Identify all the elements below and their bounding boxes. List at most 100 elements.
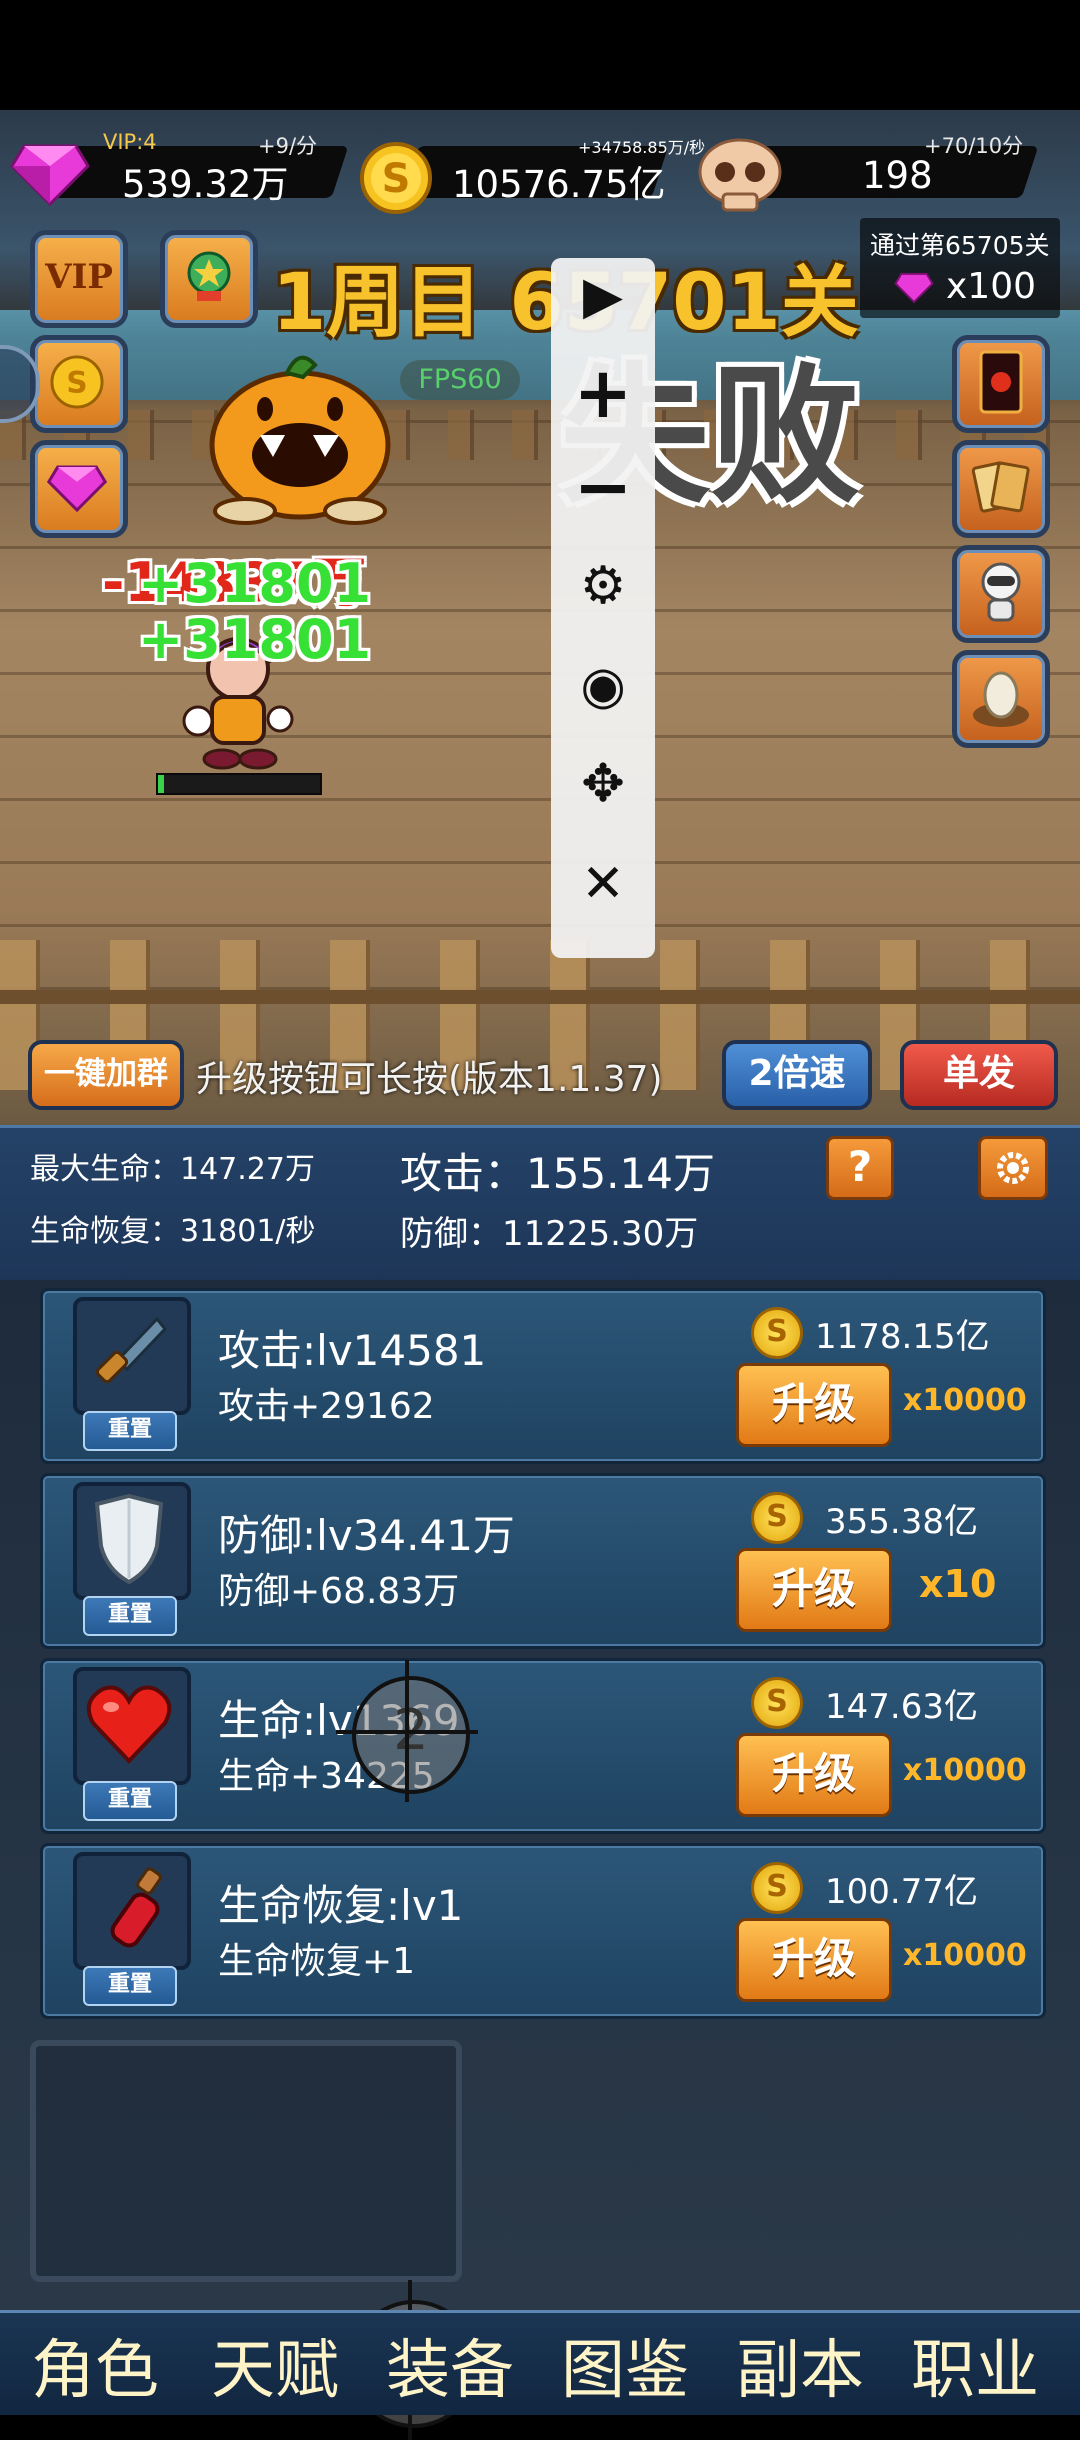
medal-button[interactable] bbox=[160, 230, 258, 328]
nav-equipment[interactable]: 装备 bbox=[360, 2319, 540, 2411]
heal-number: +31801 bbox=[138, 552, 372, 615]
reset-button[interactable]: 重置 bbox=[83, 1411, 177, 1451]
gear-icon bbox=[997, 1152, 1029, 1184]
stage-reward-label: 通过第65705关 bbox=[870, 231, 1050, 260]
reset-button[interactable]: 重置 bbox=[83, 1781, 177, 1821]
nav-dungeon[interactable]: 副本 bbox=[710, 2319, 890, 2411]
upgrade-effect: 防御+68.83万 bbox=[218, 1571, 460, 1612]
upgrade-button[interactable]: 升级 bbox=[736, 1733, 892, 1817]
nav-talent[interactable]: 天赋 bbox=[185, 2319, 365, 2411]
settings-button[interactable] bbox=[978, 1136, 1048, 1200]
nav-class[interactable]: 职业 bbox=[885, 2319, 1065, 2411]
upgrade-icon-box bbox=[73, 1667, 191, 1785]
max-hp-stat: 最大生命：147.27万 bbox=[30, 1152, 315, 1187]
nav-codex[interactable]: 图鉴 bbox=[535, 2319, 715, 2411]
red-card-icon bbox=[979, 350, 1023, 414]
bottom-nav: 角色 天赋 装备 图鉴 副本 职业 bbox=[0, 2310, 1080, 2415]
close-icon[interactable]: ✕ bbox=[551, 854, 655, 914]
robot-icon bbox=[981, 562, 1021, 622]
upgrade-cost: 100.77亿 bbox=[825, 1872, 978, 1912]
upgrade-button[interactable]: 升级 bbox=[736, 1363, 892, 1447]
upgrade-card-hp: 重置 生命:lv1369 生命+34225 S 147.63亿 升级 x1000… bbox=[40, 1658, 1046, 1834]
egg-icon bbox=[973, 671, 1029, 727]
upgrade-multiplier[interactable]: x10000 bbox=[903, 1753, 1027, 1788]
gold-coin-icon: S bbox=[751, 1492, 803, 1544]
gem-icon bbox=[10, 138, 90, 212]
fps-counter: FPS60 bbox=[400, 360, 520, 400]
nav-role[interactable]: 角色 bbox=[5, 2319, 185, 2411]
reset-button[interactable]: 重置 bbox=[83, 1596, 177, 1636]
shield-icon bbox=[94, 1494, 164, 1584]
attack-stat: 攻击：155.14万 bbox=[400, 1149, 715, 1198]
upgrade-multiplier[interactable]: x10 bbox=[919, 1562, 996, 1606]
svg-text:S: S bbox=[382, 156, 411, 202]
game-scene[interactable]: VIP:4 +9/分 539.32万 S +34758.85万/秒 10576.… bbox=[0, 110, 1080, 1125]
plus-icon[interactable]: + bbox=[551, 358, 655, 428]
gold-coin-icon: S bbox=[751, 1862, 803, 1914]
hide-icon[interactable]: ◉ bbox=[551, 656, 655, 716]
stats-panel: 最大生命：147.27万 生命恢复：31801/秒 攻击：155.14万 防御：… bbox=[0, 1125, 1080, 1283]
gold-coin-icon: S bbox=[751, 1677, 803, 1729]
touch-crosshair bbox=[405, 1660, 409, 1802]
upgrade-multiplier[interactable]: x10000 bbox=[903, 1383, 1027, 1418]
gold-coin-icon: S bbox=[751, 1307, 803, 1359]
gem-icon bbox=[47, 465, 107, 513]
touch-marker: 2 bbox=[352, 1676, 470, 1794]
vip-button-label: VIP bbox=[45, 257, 113, 297]
gem-icon bbox=[894, 270, 934, 308]
heart-icon bbox=[86, 1685, 172, 1764]
egg-button[interactable] bbox=[952, 650, 1050, 748]
skull-value: 198 bbox=[862, 154, 933, 197]
hint-text: 升级按钮可长按(版本1.1.37) bbox=[196, 1059, 663, 1100]
stage-reward-value: x100 bbox=[946, 266, 1037, 307]
speed-button[interactable]: 2倍速 bbox=[722, 1040, 872, 1110]
upgrade-cost: 355.38亿 bbox=[825, 1502, 978, 1542]
front-fence-rail bbox=[0, 990, 1080, 1004]
empty-frame bbox=[30, 2040, 462, 2282]
single-shot-button[interactable]: 单发 bbox=[900, 1040, 1058, 1110]
heal-number: +31801 bbox=[138, 608, 372, 671]
floating-toolbar: ▶ + − ⚙ ◉ ✥ ✕ bbox=[551, 258, 655, 958]
svg-text:S: S bbox=[66, 365, 87, 399]
gold-value: 10576.75亿 bbox=[452, 163, 666, 206]
help-button[interactable]: ? bbox=[826, 1136, 894, 1200]
hero-health-bar bbox=[156, 773, 322, 795]
status-bar bbox=[0, 0, 1080, 110]
card-button[interactable] bbox=[952, 335, 1050, 433]
vip-level: VIP:4 bbox=[103, 130, 157, 154]
vip-button[interactable]: VIP bbox=[30, 230, 128, 328]
upgrade-title: 防御:lv34.41万 bbox=[218, 1511, 515, 1560]
gold-coin-icon: S bbox=[50, 355, 104, 409]
upgrade-list: 重置 攻击:lv14581 攻击+29162 S 1178.15亿 升级 x10… bbox=[0, 1280, 1080, 2440]
upgrade-multiplier[interactable]: x10000 bbox=[903, 1938, 1027, 1973]
gem-button[interactable] bbox=[30, 440, 128, 538]
gold-coin-icon: S bbox=[358, 140, 434, 220]
move-icon[interactable]: ✥ bbox=[551, 754, 655, 814]
play-icon[interactable]: ▶ bbox=[551, 266, 655, 326]
hero-health-fill bbox=[158, 775, 165, 793]
reset-button[interactable]: 重置 bbox=[83, 1966, 177, 2006]
upgrade-button[interactable]: 升级 bbox=[736, 1918, 892, 2002]
upgrade-title: 生命恢复:lv1 bbox=[218, 1881, 464, 1930]
upgrade-title: 攻击:lv14581 bbox=[218, 1326, 487, 1375]
regen-stat: 生命恢复：31801/秒 bbox=[30, 1214, 316, 1249]
upgrade-icon-box bbox=[73, 1852, 191, 1970]
medal-icon bbox=[187, 251, 231, 301]
join-group-button[interactable]: 一键加群 bbox=[28, 1040, 184, 1110]
upgrade-button[interactable]: 升级 bbox=[736, 1548, 892, 1632]
tarot-button[interactable] bbox=[952, 440, 1050, 538]
upgrade-card-defense: 重置 防御:lv34.41万 防御+68.83万 S 355.38亿 升级 x1… bbox=[40, 1473, 1046, 1649]
gold-button[interactable]: S bbox=[30, 335, 128, 433]
back-fence bbox=[0, 410, 1080, 460]
minus-icon[interactable]: − bbox=[551, 452, 655, 522]
upgrade-cost: 1178.15亿 bbox=[815, 1317, 990, 1357]
potion-icon bbox=[110, 1867, 162, 1948]
upgrade-cost: 147.63亿 bbox=[825, 1687, 978, 1727]
skull-rate: +70/10分 bbox=[924, 134, 1024, 158]
stage-reward-box: 通过第65705关 x100 bbox=[860, 218, 1060, 318]
robot-button[interactable] bbox=[952, 545, 1050, 643]
upgrade-effect: 攻击+29162 bbox=[218, 1386, 435, 1427]
settings-icon[interactable]: ⚙ bbox=[551, 556, 655, 616]
knife-icon bbox=[95, 1316, 167, 1384]
upgrade-card-regen: 重置 生命恢复:lv1 生命恢复+1 S 100.77亿 升级 x10000 bbox=[40, 1843, 1046, 2019]
